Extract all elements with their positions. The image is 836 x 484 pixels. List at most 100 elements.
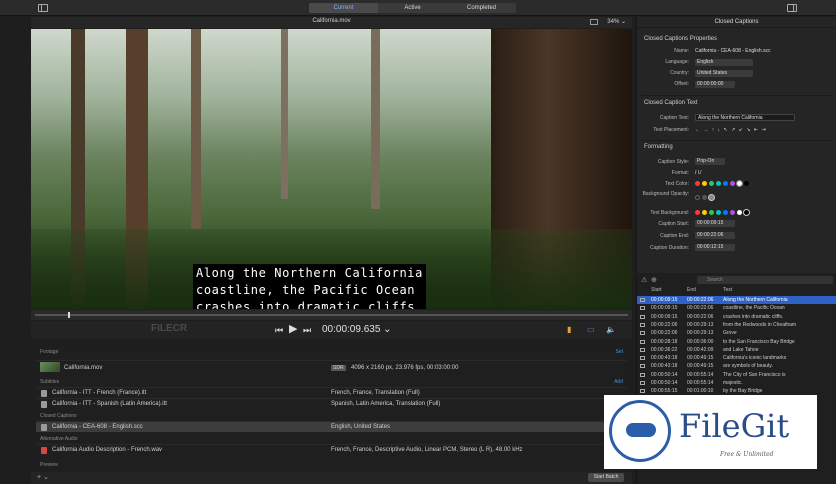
color-swatch[interactable] [702, 210, 707, 215]
color-swatch[interactable] [695, 210, 700, 215]
color-swatch[interactable] [730, 181, 735, 186]
zoom-level[interactable]: 34% ⌄ [607, 18, 626, 25]
color-swatch[interactable] [743, 209, 750, 216]
caption-row-icon [640, 347, 645, 352]
caption-start: 00:00:36:22 [651, 346, 678, 353]
caption-text: The City of San Francisco is [723, 371, 786, 378]
column-header-start[interactable]: Start [651, 287, 662, 293]
caption-end-field[interactable]: 00:00:22:06 [695, 232, 735, 239]
playhead[interactable] [68, 312, 70, 318]
format-buttons[interactable]: I U [695, 170, 701, 176]
skip-forward-icon[interactable]: ⏭ [303, 325, 311, 335]
caption-text: Grove [723, 330, 737, 337]
caption-row[interactable]: 00:00:50:14 00:00:55:14 The City of San Fr… [637, 371, 836, 379]
caption-row[interactable]: 00:00:36:22 00:00:42:09 and Lake Tahoe [637, 346, 836, 354]
caption-start: 00:00:09:15 [651, 313, 678, 320]
opacity-option[interactable] [708, 194, 715, 201]
view-options-icon[interactable] [590, 19, 598, 25]
list-item[interactable]: California - ITT - Spanish (Latin Americ… [36, 398, 627, 409]
add-caption-icon[interactable]: ⊕ [651, 276, 657, 284]
tab-completed[interactable]: Completed [447, 3, 516, 13]
color-swatch[interactable] [723, 210, 728, 215]
toggle-inspector-icon[interactable] [787, 4, 797, 12]
caption-row[interactable]: 00:00:09:15 00:00:22:06 Along the Northern… [637, 296, 836, 304]
caption-start: 00:00:22:06 [651, 330, 678, 337]
caption-row[interactable]: 00:00:43:18 00:00:49:15 are symbols of bea… [637, 362, 836, 370]
set-footage-button[interactable]: Set [615, 349, 623, 355]
country-select[interactable]: United States [695, 70, 753, 77]
caption-row[interactable]: 00:00:50:14 00:00:55:14 majestic. [637, 379, 836, 387]
caption-row[interactable]: 00:00:09:15 00:00:22:06 crashes into drama… [637, 313, 836, 321]
tab-active[interactable]: Active [378, 3, 447, 13]
start-batch-button[interactable]: Start Batch [588, 473, 624, 482]
list-item[interactable]: California - ITT - French (France).itt F… [36, 387, 627, 398]
tab-current[interactable]: Current [309, 3, 378, 13]
caption-row-icon [640, 381, 645, 385]
caption-row[interactable]: 00:00:28:18 00:00:36:00 to the San Francis… [637, 338, 836, 346]
caption-style-select[interactable]: Pop-On [695, 158, 725, 165]
play-icon[interactable]: ▶ [289, 324, 297, 335]
color-swatch[interactable] [716, 181, 721, 186]
toolbar: Current Active Completed [0, 0, 836, 16]
color-swatch[interactable] [737, 210, 742, 215]
text-background-label: Text Background: [650, 210, 689, 216]
skip-back-icon[interactable]: ⏮ [275, 325, 283, 335]
caption-toggle-icon[interactable]: ▭ [587, 325, 595, 335]
color-swatch[interactable] [744, 181, 749, 186]
opacity-option[interactable] [695, 195, 700, 200]
caption-row[interactable]: 00:00:22:06 00:00:29:13 Grove [637, 329, 836, 337]
caption-start: 00:00:43:18 [651, 363, 678, 370]
add-subtitles-button[interactable]: Add [614, 379, 623, 385]
caption-row[interactable]: 00:00:09:15 00:00:22:06 coastline, the Pac… [637, 304, 836, 312]
caption-duration-label: Caption Duration: [650, 245, 689, 251]
color-swatch[interactable] [716, 210, 721, 215]
timecode-display[interactable]: 00:00:09.635 ⌄ [322, 324, 392, 335]
caption-duration-field[interactable]: 00:00:12:15 [695, 244, 735, 251]
job-list: Footage Set California.mov SDR 4096 x 21… [36, 346, 627, 478]
language-select[interactable]: English [695, 59, 753, 66]
tree-trunk [281, 29, 288, 199]
toggle-sidebar-icon[interactable] [38, 4, 48, 12]
color-swatch[interactable] [709, 210, 714, 215]
text-background-swatches[interactable] [695, 209, 750, 216]
caption-text-field[interactable]: Along the Northern California [695, 114, 795, 121]
caption-end: 00:00:29:13 [687, 330, 714, 337]
subtitle-name: California - ITT - Spanish (Latin Americ… [52, 401, 167, 407]
volume-icon[interactable]: 🔈 [606, 325, 616, 335]
footage-row[interactable]: California.mov SDR 4096 x 2160 px, 23.97… [36, 360, 627, 374]
column-header-text[interactable]: Text [723, 287, 732, 293]
caption-row[interactable]: 00:00:22:06 00:00:29:13 from the Redwoods … [637, 321, 836, 329]
caption-row-icon [640, 356, 645, 361]
viewer-title: California.mov [312, 18, 351, 24]
color-swatch[interactable] [723, 181, 728, 186]
caption-start-field[interactable]: 00:00:09:15 [695, 220, 735, 227]
marker-icon[interactable]: ▮ [567, 325, 571, 335]
offset-field[interactable]: 00:00:00:00 [695, 81, 735, 88]
search-input[interactable]: Search [697, 276, 833, 284]
color-swatch[interactable] [709, 181, 714, 186]
color-swatch[interactable] [736, 180, 743, 187]
country-label: Country: [670, 70, 689, 76]
scrub-track[interactable] [35, 314, 628, 316]
color-swatch[interactable] [730, 210, 735, 215]
section-alternative-audio: Alternative Audio [40, 436, 78, 442]
color-swatch[interactable] [702, 181, 707, 186]
list-item[interactable]: California Audio Description - French.wa… [36, 444, 627, 455]
caption-row[interactable]: 00:00:43:18 00:00:49:15 California's iconi… [637, 354, 836, 362]
column-header-end[interactable]: End [687, 287, 696, 293]
placement-arrows[interactable]: ← → ↑ ↓ ↖ ↗ ↙ ↘ ⇤ ⇥ [695, 127, 767, 133]
caption-start: 00:00:09:15 [651, 297, 678, 303]
color-swatch[interactable] [695, 181, 700, 186]
opacity-options[interactable] [695, 194, 715, 201]
caption-row-icon [640, 314, 645, 319]
text-color-swatches[interactable] [695, 180, 749, 187]
opacity-option[interactable] [702, 195, 707, 200]
video-viewer[interactable]: Along the Northern California coastline,… [31, 29, 632, 309]
timeline-scrubber[interactable] [31, 310, 632, 320]
add-menu-button[interactable]: + ⌄ [37, 473, 49, 481]
caption-row-icon [640, 364, 645, 369]
divider [641, 140, 833, 141]
caption-end: 00:00:49:15 [687, 363, 714, 370]
warning-icon[interactable]: ⚠ [641, 276, 647, 284]
list-item[interactable]: California - CEA-608 - English.scc Engli… [36, 421, 627, 432]
